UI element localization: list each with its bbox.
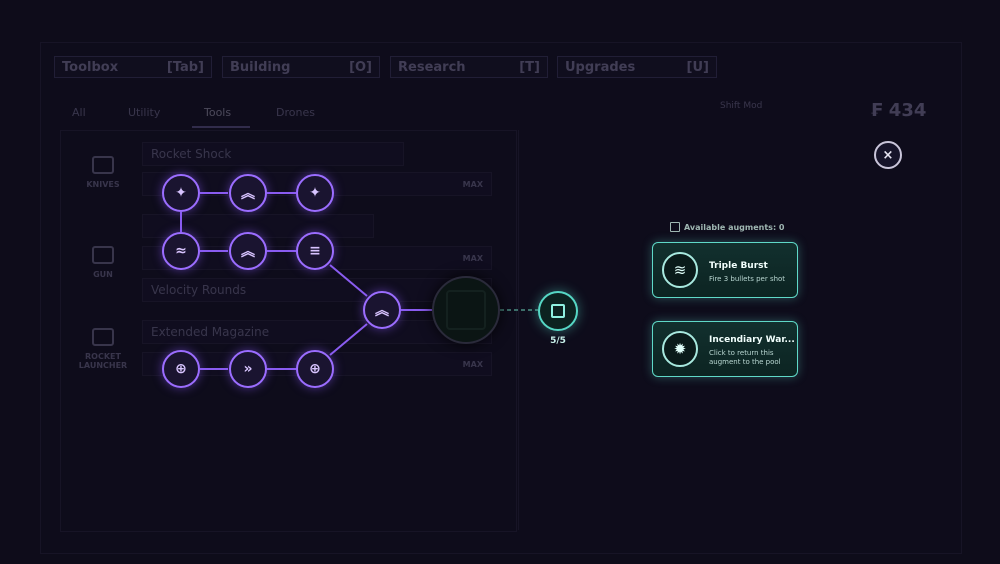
- wave-icon: ≈: [175, 243, 187, 259]
- flame-icon: ✦: [309, 185, 321, 201]
- skill-node-list-up[interactable]: ≡: [296, 232, 334, 270]
- fire-icon: ✹: [662, 331, 698, 367]
- augment-card-desc: Fire 3 bullets per shot: [709, 275, 786, 283]
- skill-node-chevron[interactable]: ︽: [229, 174, 267, 212]
- arrow-up-circle-icon: ⊕: [175, 361, 187, 377]
- skill-node-fast-forward[interactable]: »: [229, 350, 267, 388]
- fast-forward-icon: »: [243, 361, 253, 377]
- circuit-icon: [446, 290, 486, 330]
- list-up-icon: ≡: [309, 243, 321, 259]
- skill-node-chevron[interactable]: ︽: [363, 291, 401, 329]
- connector-line: [329, 323, 368, 356]
- weapon-hub-node[interactable]: [432, 276, 500, 344]
- arrow-up-circle-icon: ⊕: [309, 361, 321, 377]
- skill-node-flame[interactable]: ✦: [162, 174, 200, 212]
- skill-node-chevron[interactable]: ︽: [229, 232, 267, 270]
- augment-count: 5/5: [550, 336, 566, 346]
- augment-box-icon: [670, 222, 680, 232]
- augment-card-incendiary[interactable]: ✹ Incendiary War... Click to return this…: [652, 321, 798, 377]
- augment-card-desc: Click to return this augment to the pool: [709, 349, 781, 366]
- augment-slot-node[interactable]: [538, 291, 578, 331]
- chevron-up-icon: ︽: [375, 303, 389, 319]
- chevron-up-icon: ︽: [241, 244, 255, 260]
- available-augments: Available augments: 0: [670, 222, 785, 232]
- skill-node-wave[interactable]: ≈: [162, 232, 200, 270]
- burst-icon: ≋: [662, 252, 698, 288]
- flame-icon: ✦: [175, 185, 187, 201]
- tree-connections: [180, 192, 538, 370]
- skill-node-flame[interactable]: ✦: [296, 174, 334, 212]
- skill-node-arrow-up[interactable]: ⊕: [162, 350, 200, 388]
- chevron-up-icon: ︽: [241, 186, 255, 202]
- skill-node-arrow-up[interactable]: ⊕: [296, 350, 334, 388]
- augment-card-title: Incendiary War...: [709, 335, 795, 345]
- augment-card-title: Triple Burst: [709, 261, 768, 271]
- connector-line: [329, 264, 368, 297]
- augment-card-triple-burst[interactable]: ≋ Triple Burst Fire 3 bullets per shot: [652, 242, 798, 298]
- chip-icon: [551, 304, 565, 318]
- available-augments-label: Available augments: 0: [684, 222, 785, 232]
